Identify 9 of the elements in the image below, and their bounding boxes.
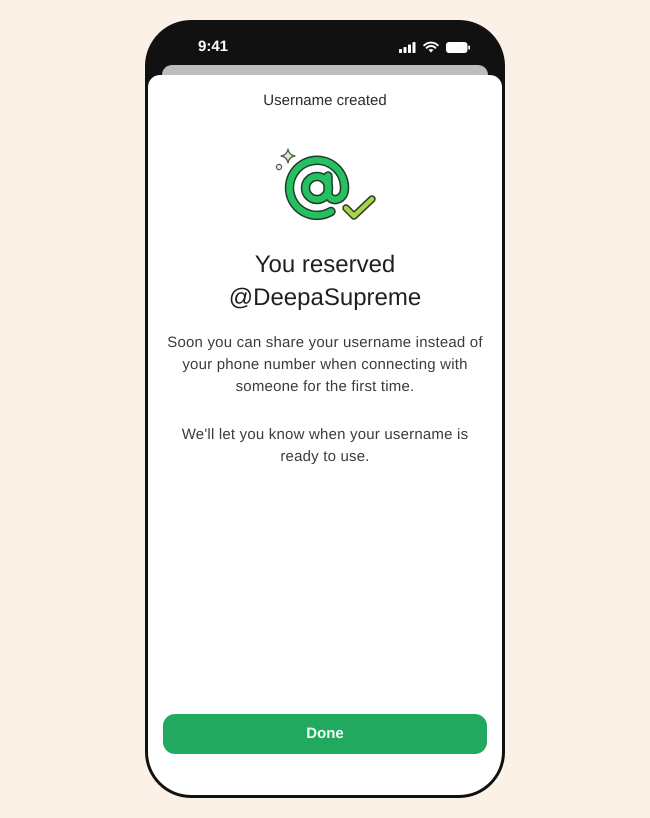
battery-icon xyxy=(446,42,470,52)
done-button[interactable]: Done xyxy=(163,714,487,754)
wifi-icon xyxy=(423,41,439,53)
body-text: Soon you can share your username instead of your phone number when connecting with someone for the first time. xyxy=(166,333,484,397)
status-time: 9:41 xyxy=(198,36,228,57)
sheet-title: Username created xyxy=(263,91,387,111)
signal-icon xyxy=(399,42,416,52)
body-text: We'll let you know when your username is ready to use. xyxy=(180,425,470,467)
heading: You reserved @DeepaSupreme xyxy=(228,250,422,313)
